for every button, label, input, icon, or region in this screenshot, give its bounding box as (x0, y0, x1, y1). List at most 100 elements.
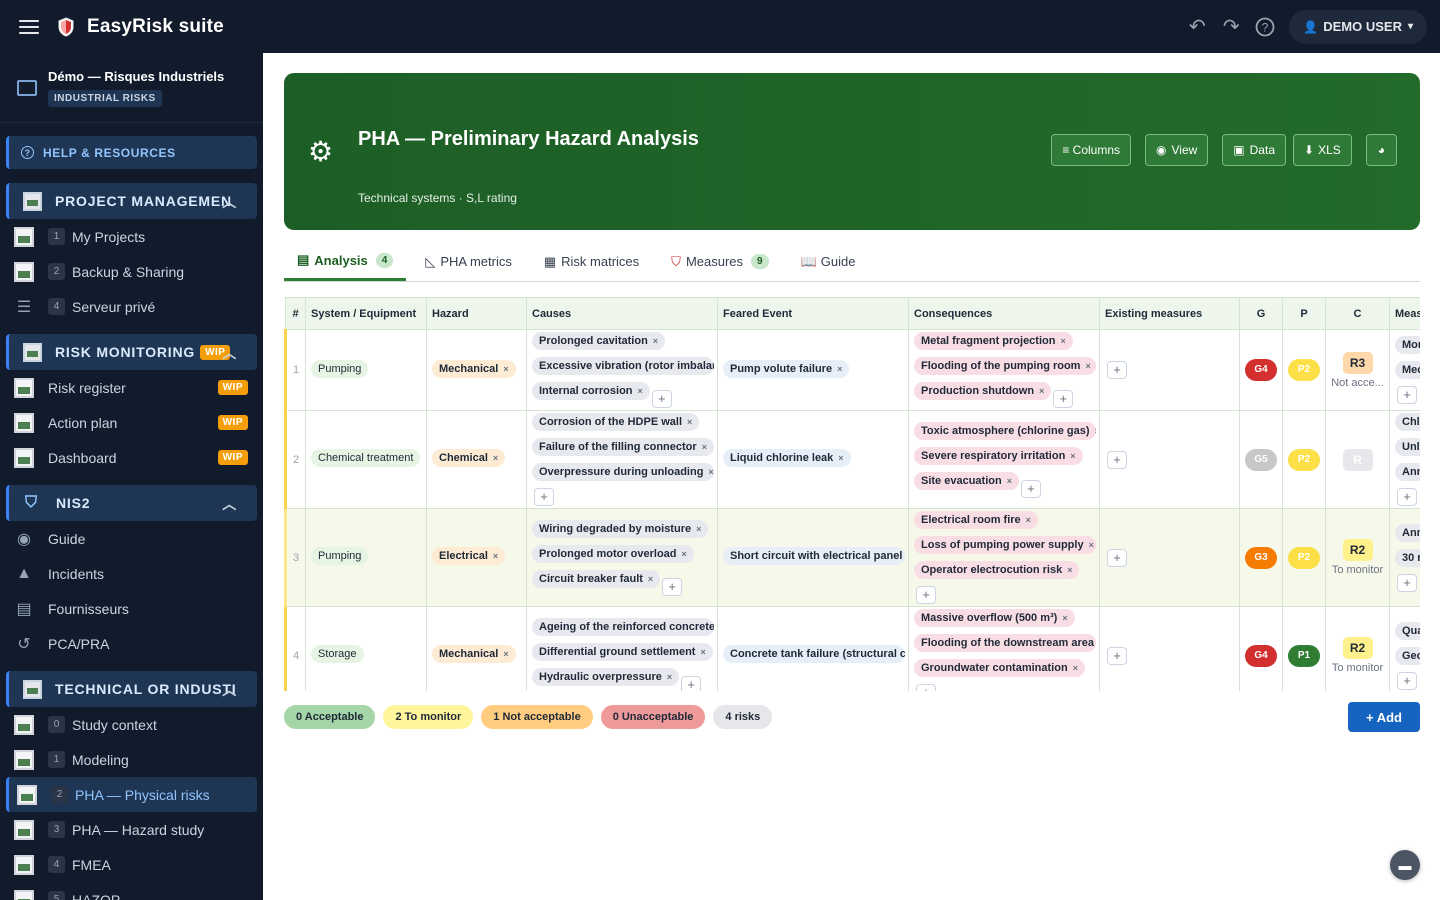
consequence-chip[interactable]: Loss of pumping power supply × (914, 536, 1096, 555)
add-cause-button[interactable]: + (662, 577, 683, 596)
tab-pha-metrics[interactable]: ◺ PHA metrics (412, 242, 525, 281)
measure-chip[interactable]: Qua (1395, 621, 1420, 640)
sidebar-item-study-context[interactable]: 0 Study context (0, 707, 263, 742)
add-consequence-button[interactable]: + (916, 586, 936, 605)
measure-chip[interactable]: Ann (1395, 523, 1420, 542)
consequence-chip[interactable]: Metal fragment projection × (914, 332, 1073, 350)
view-button[interactable]: ◉ View (1145, 134, 1209, 166)
gravity-badge[interactable]: G4 (1245, 359, 1277, 382)
remove-icon[interactable]: × (638, 386, 643, 396)
add-existing-measure-button[interactable]: + (1107, 646, 1127, 665)
consequence-chip[interactable]: Site evacuation × (914, 471, 1019, 490)
add-measure-button[interactable]: + (1397, 488, 1417, 507)
add-consequence-button[interactable]: + (1053, 390, 1074, 409)
sidebar-item-my-projects[interactable]: 1 My Projects (0, 219, 263, 254)
consequence-chip[interactable]: Severe respiratory irritation × (914, 446, 1083, 465)
cause-chip[interactable]: Failure of the filling connector × (532, 438, 714, 457)
remove-icon[interactable]: × (1070, 451, 1075, 461)
hazard-chip[interactable]: Mechanical × (432, 645, 516, 664)
sidebar-item-action-plan[interactable]: Action plan WIP (0, 405, 263, 440)
add-measure-button[interactable]: + (1397, 386, 1417, 405)
remove-icon[interactable]: × (838, 453, 843, 463)
section-nis2[interactable]: ⛉ NIS2 ︿ (6, 485, 257, 521)
add-row-button[interactable]: + Add (1348, 702, 1420, 732)
cause-chip[interactable]: Hydraulic overpressure × (532, 667, 680, 686)
cause-chip[interactable]: Ageing of the reinforced concrete (532, 617, 714, 636)
remove-icon[interactable]: × (682, 549, 687, 559)
sidebar-item-incidents[interactable]: ▲ Incidents (0, 556, 263, 591)
hazard-chip[interactable]: Electrical × (432, 547, 506, 566)
project-selector[interactable]: Démo — Risques Industriels INDUSTRIAL RI… (0, 53, 263, 123)
redo-icon[interactable]: ↷ (1219, 15, 1243, 39)
remove-icon[interactable]: × (1089, 540, 1094, 550)
consequence-chip[interactable]: Production shutdown × (914, 382, 1052, 400)
remove-icon[interactable]: × (1060, 336, 1065, 346)
sidebar-item-dashboard[interactable]: Dashboard WIP (0, 440, 263, 475)
add-existing-measure-button[interactable]: + (1107, 548, 1127, 567)
system-chip[interactable]: Chemical treatment (311, 449, 421, 468)
remove-icon[interactable]: × (1095, 426, 1096, 436)
consequence-chip[interactable]: Flooding of the pumping room × (914, 357, 1096, 375)
sidebar-item-suppliers[interactable]: ▤ Fournisseurs (0, 591, 263, 626)
col-header-existing-measures[interactable]: Existing measures (1099, 297, 1240, 330)
remove-icon[interactable]: × (696, 524, 701, 534)
user-menu-button[interactable]: 👤 DEMO USER ▾ (1289, 9, 1427, 44)
add-existing-measure-button[interactable]: + (1107, 361, 1127, 380)
remove-icon[interactable]: × (1026, 515, 1031, 525)
add-consequence-button[interactable]: + (916, 684, 936, 691)
cause-chip[interactable]: Circuit breaker fault × (532, 569, 661, 588)
data-button[interactable]: ▣ Data (1222, 134, 1286, 166)
probability-badge[interactable]: P2 (1288, 359, 1320, 382)
remove-icon[interactable]: × (1073, 663, 1078, 673)
tab-measures[interactable]: ⛉ Measures 9 (658, 242, 781, 281)
system-chip[interactable]: Storage (311, 645, 364, 664)
consequence-chip[interactable]: Flooding of the downstream area× (914, 634, 1096, 653)
col-header-hazard[interactable]: Hazard (426, 297, 527, 330)
remove-icon[interactable]: × (1039, 386, 1044, 396)
remove-icon[interactable]: × (667, 672, 672, 682)
cause-chip[interactable]: Internal corrosion × (532, 382, 650, 400)
sidebar-item-risk-register[interactable]: Risk register WIP (0, 370, 263, 405)
cause-chip[interactable]: Prolonged cavitation × (532, 332, 666, 350)
feedback-chat-icon[interactable]: ▬ (1390, 850, 1420, 880)
remove-icon[interactable]: × (708, 467, 713, 477)
menu-icon[interactable] (19, 19, 39, 34)
xls-export-button[interactable]: ⬇ XLS (1293, 134, 1352, 166)
cause-chip[interactable]: Excessive vibration (rotor imbalanc (532, 357, 714, 375)
measure-chip[interactable]: Ann (1395, 463, 1420, 482)
tab-risk-matrices[interactable]: ▦ Risk matrices (531, 242, 652, 281)
measure-chip[interactable]: Unl (1395, 438, 1420, 457)
measure-chip[interactable]: Geo (1395, 646, 1420, 665)
sidebar-item-pha-physical[interactable]: 2 PHA — Physical risks (6, 777, 257, 812)
probability-badge[interactable]: P2 (1288, 448, 1320, 471)
table-row[interactable]: 1 Pumping Mechanical × Prolonged cavitati… (284, 328, 1420, 412)
add-measure-button[interactable]: + (1397, 671, 1417, 690)
sidebar-item-modeling[interactable]: 1 Modeling (0, 742, 263, 777)
remove-icon[interactable]: × (503, 364, 508, 374)
remove-icon[interactable]: × (687, 417, 692, 427)
remove-icon[interactable]: × (700, 647, 705, 657)
col-header-measures[interactable]: Meas (1389, 297, 1420, 330)
system-chip[interactable]: Pumping (311, 547, 369, 566)
cause-chip[interactable]: Corrosion of the HDPE wall × (532, 413, 700, 432)
remove-icon[interactable]: × (702, 442, 707, 452)
add-cause-button[interactable]: + (681, 675, 702, 691)
add-cause-button[interactable]: + (534, 488, 554, 507)
help-icon[interactable]: ? (1253, 15, 1277, 39)
add-existing-measure-button[interactable]: + (1107, 450, 1127, 469)
col-header-num[interactable]: # (285, 297, 306, 330)
hazard-chip[interactable]: Chemical × (432, 449, 506, 468)
remove-icon[interactable]: × (1007, 476, 1012, 486)
add-measure-button[interactable]: + (1397, 573, 1417, 592)
feared-event-chip[interactable]: Liquid chlorine leak × (723, 449, 851, 468)
remove-icon[interactable]: × (493, 551, 498, 561)
feared-event-chip[interactable]: Pump volute failure × (723, 359, 850, 378)
table-row[interactable]: 3 Pumping Electrical × Wiring degraded by… (284, 508, 1420, 608)
measure-chip[interactable]: Chl (1395, 413, 1420, 432)
palette-button[interactable]: ◕ (1365, 134, 1397, 166)
gravity-badge[interactable]: G5 (1245, 448, 1277, 471)
measure-chip[interactable]: Mor (1395, 336, 1420, 355)
cause-chip[interactable]: Prolonged motor overload × (532, 544, 694, 563)
section-risk-monitoring[interactable]: RISK MONITORING WIP ︿ (6, 334, 257, 370)
columns-button[interactable]: ≡ Columns (1051, 134, 1132, 166)
